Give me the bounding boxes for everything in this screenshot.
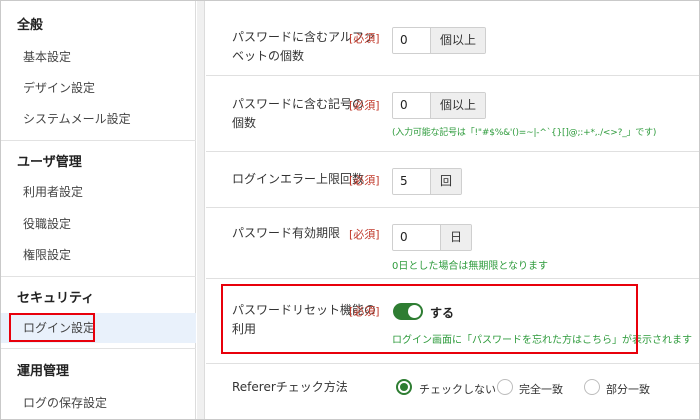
sidebar-item-permission-settings[interactable]: 権限設定 bbox=[1, 240, 196, 270]
sidebar-divider bbox=[1, 140, 196, 141]
required-badge: [必須] bbox=[349, 99, 380, 112]
radio-partial-match[interactable] bbox=[584, 379, 600, 395]
sidebar-item-role-settings[interactable]: 役職設定 bbox=[1, 209, 196, 239]
symbol-hint-text: (入力可能な記号は「!"#$%&'()=~|-^`{}[]@;:+*,./<>?… bbox=[392, 128, 657, 138]
sidebar: 全般 基本設定 デザイン設定 システムメール設定 ユーザ管理 利用者設定 役職設… bbox=[1, 1, 196, 419]
sidebar-item-basic-settings[interactable]: 基本設定 bbox=[1, 42, 196, 72]
highlight-box-password-reset bbox=[221, 284, 638, 354]
sidebar-divider bbox=[1, 276, 196, 277]
expiry-hint-text: 0日とした場合は無期限となります bbox=[392, 261, 549, 272]
section-title-user-management: ユーザ管理 bbox=[17, 155, 82, 170]
required-badge: [必須] bbox=[349, 174, 380, 187]
symbol-count-input-group: 0 個以上 bbox=[392, 92, 487, 119]
sidebar-item-design-settings[interactable]: デザイン設定 bbox=[1, 73, 196, 103]
unit-label: 日 bbox=[441, 225, 472, 250]
content-gutter bbox=[197, 1, 205, 419]
radio-label-partial-match: 部分一致 bbox=[606, 383, 650, 396]
row-divider bbox=[206, 75, 699, 76]
login-error-input-group: 5 回 bbox=[392, 168, 463, 195]
symbol-count-input[interactable]: 0 bbox=[393, 93, 431, 118]
unit-label: 個以上 bbox=[431, 28, 486, 53]
row-divider bbox=[206, 207, 699, 208]
radio-label-no-check: チェックしない bbox=[419, 383, 496, 396]
section-title-security: セキュリティ bbox=[17, 291, 95, 306]
section-title-operations: 運用管理 bbox=[17, 364, 70, 379]
label-line: 個数 bbox=[232, 116, 257, 130]
unit-label: 回 bbox=[431, 169, 462, 194]
label-line: パスワードに含む記号の bbox=[232, 97, 365, 111]
required-badge: [必須] bbox=[349, 32, 380, 45]
sidebar-item-system-mail-settings[interactable]: システムメール設定 bbox=[1, 104, 196, 134]
label-referer-check: Refererチェック方法 bbox=[232, 380, 348, 394]
label-line: ベットの個数 bbox=[232, 49, 305, 63]
radio-exact-match[interactable] bbox=[497, 379, 513, 395]
required-badge: [必須] bbox=[349, 228, 380, 241]
sidebar-item-user-settings[interactable]: 利用者設定 bbox=[1, 177, 196, 207]
radio-label-exact-match: 完全一致 bbox=[519, 383, 563, 396]
sidebar-item-log-retention-settings[interactable]: ログの保存設定 bbox=[1, 388, 196, 418]
sidebar-divider bbox=[1, 348, 196, 349]
section-title-general: 全般 bbox=[17, 18, 44, 33]
password-expiry-input[interactable]: 0 bbox=[393, 225, 441, 250]
radio-no-check[interactable] bbox=[396, 379, 412, 395]
label-login-error-limit: ログインエラー上限回数 bbox=[232, 172, 365, 186]
row-divider bbox=[206, 151, 699, 152]
alpha-count-input[interactable]: 0 bbox=[393, 28, 431, 53]
password-expiry-input-group: 0 日 bbox=[392, 224, 473, 251]
row-divider bbox=[206, 363, 699, 364]
label-symbol-count: パスワードに含む記号の 個数 bbox=[232, 95, 364, 133]
highlight-box-sidebar bbox=[9, 313, 95, 342]
label-password-expiry: パスワード有効期限 bbox=[232, 226, 341, 240]
row-divider bbox=[206, 278, 699, 279]
alpha-count-input-group: 0 個以上 bbox=[392, 27, 487, 54]
unit-label: 個以上 bbox=[431, 93, 486, 118]
login-error-limit-input[interactable]: 5 bbox=[393, 169, 431, 194]
